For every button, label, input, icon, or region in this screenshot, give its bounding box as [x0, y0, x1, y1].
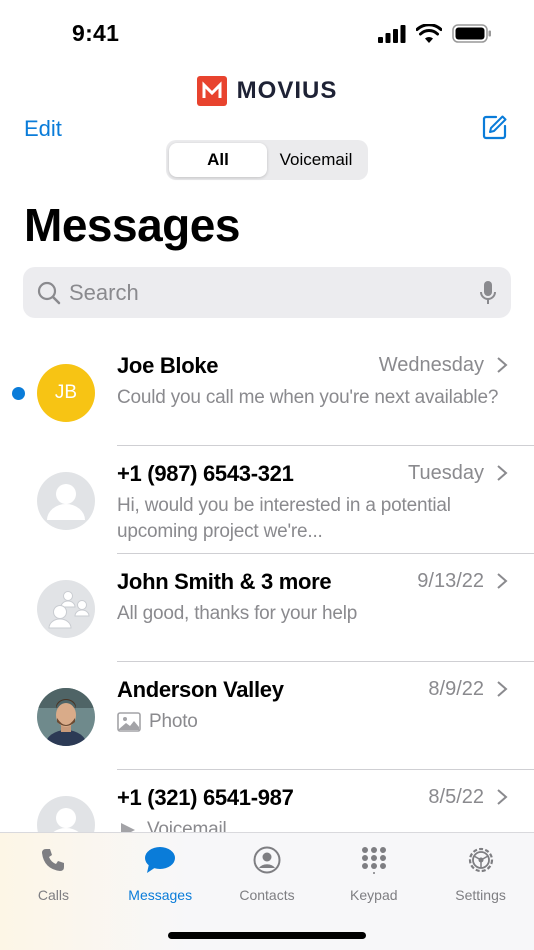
unread-indicator	[12, 387, 25, 400]
group-icon	[48, 591, 90, 629]
chevron-right-icon	[497, 789, 508, 805]
status-icons	[378, 24, 492, 43]
tab-label: Calls	[37, 887, 69, 903]
contact-icon	[253, 846, 281, 874]
tab-label: Contacts	[239, 887, 295, 903]
conversation-name: John Smith & 3 more	[117, 569, 332, 594]
chevron-right-icon	[497, 357, 508, 373]
conversation-preview-text: Photo	[149, 711, 198, 732]
avatar	[37, 796, 95, 832]
avatar	[37, 472, 95, 530]
chevron-right-icon	[497, 465, 508, 481]
conversation-preview-text: Voicemail	[147, 819, 227, 832]
battery-icon	[452, 24, 491, 43]
tab-messages[interactable]: Messages	[107, 833, 214, 917]
keypad-icon	[361, 847, 386, 874]
search-bar	[23, 267, 511, 318]
cellular-signal-icon	[378, 24, 406, 43]
tab-contacts[interactable]: Contacts	[214, 833, 321, 917]
chat-bubble-icon	[145, 847, 176, 873]
conversation-preview: Photo	[117, 709, 517, 735]
status-time: 9:41	[72, 20, 120, 46]
segment-all[interactable]: All	[169, 143, 267, 177]
chevron-right-icon	[497, 573, 508, 589]
search-input[interactable]	[69, 279, 479, 306]
tab-settings[interactable]: Settings	[427, 833, 534, 917]
brand-logo: MOVIUS	[0, 76, 534, 106]
page-title: Messages	[24, 199, 240, 251]
voicemail-play-icon	[121, 823, 135, 832]
photo-icon	[117, 712, 141, 732]
chevron-right-icon	[497, 681, 508, 697]
conversation-preview: Voicemail	[117, 817, 517, 832]
conversation-name: +1 (987) 6543-321	[117, 461, 294, 486]
tab-label: Messages	[128, 887, 193, 903]
conversation-date: 9/13/22	[417, 570, 484, 592]
movius-logo-icon	[196, 76, 227, 106]
conversation-preview: All good, thanks for your help	[117, 603, 358, 624]
person-icon	[47, 484, 85, 520]
conversation-row[interactable]: +1 (321) 6541-987 8/5/22 Voicemail	[0, 770, 534, 832]
microphone-icon[interactable]	[479, 280, 497, 306]
conversation-row[interactable]: JB Joe Bloke Wednesday Could you call me…	[0, 338, 534, 446]
avatar: JB	[37, 364, 95, 422]
conversation-preview: Hi, would you be interested in a potenti…	[117, 495, 451, 542]
person-icon	[53, 808, 79, 832]
conversation-name: +1 (321) 6541-987	[117, 785, 294, 810]
brand-name: MOVIUS	[236, 77, 338, 104]
compose-icon[interactable]	[482, 114, 508, 145]
conversation-name: Joe Bloke	[117, 353, 219, 378]
conversation-row[interactable]: John Smith & 3 more 9/13/22 All good, th…	[0, 554, 534, 662]
tab-calls[interactable]: Calls	[0, 833, 107, 917]
settings-icon	[468, 847, 493, 873]
search-icon	[37, 281, 61, 304]
phone-icon	[42, 849, 65, 871]
tab-keypad[interactable]: Keypad	[320, 833, 427, 917]
conversation-name: Anderson Valley	[117, 677, 284, 702]
edit-button[interactable]: Edit	[24, 116, 62, 142]
tab-label: Keypad	[350, 887, 398, 903]
message-filter-segmented-control: All Voicemail	[166, 140, 368, 180]
avatar	[37, 580, 95, 638]
wifi-icon	[416, 24, 442, 43]
segment-voicemail[interactable]: Voicemail	[267, 143, 365, 177]
status-bar: 9:41	[0, 0, 534, 66]
home-indicator	[168, 932, 366, 939]
conversation-row[interactable]: +1 (987) 6543-321 Tuesday Hi, would you …	[0, 446, 534, 554]
conversation-date: 8/9/22	[428, 678, 484, 700]
avatar	[37, 688, 95, 746]
conversation-preview: Could you call me when you're next avail…	[117, 387, 499, 408]
conversation-date: Wednesday	[378, 354, 484, 376]
profile-photo	[37, 688, 95, 746]
conversation-list: JB Joe Bloke Wednesday Could you call me…	[0, 338, 534, 832]
conversation-row[interactable]: Anderson Valley 8/9/22 Photo	[0, 662, 534, 770]
conversation-date: 8/5/22	[428, 786, 484, 808]
conversation-date: Tuesday	[408, 462, 484, 484]
tab-label: Settings	[455, 887, 506, 903]
